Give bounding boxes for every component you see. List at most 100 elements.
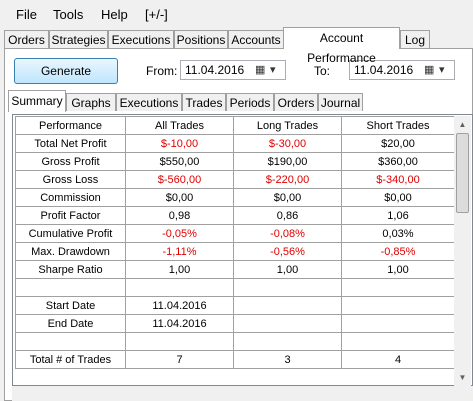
- table-row[interactable]: [15, 278, 455, 297]
- from-date-value: 11.04.2016: [185, 63, 245, 77]
- cell-long-trades: -0,56%: [233, 242, 342, 261]
- tab-positions[interactable]: Positions: [174, 30, 228, 48]
- vertical-scrollbar[interactable]: ▲ ▼: [454, 116, 471, 386]
- cell-short-trades: [341, 278, 455, 297]
- tab-log[interactable]: Log: [400, 30, 430, 48]
- cell-all-trades: [125, 278, 234, 297]
- cell-short-trades: [341, 314, 455, 333]
- cell-short-trades: $-340,00: [341, 170, 455, 189]
- scroll-down-icon[interactable]: ▼: [454, 369, 471, 386]
- horizontal-scrollbar[interactable]: [12, 386, 473, 401]
- tab-executions[interactable]: Executions: [108, 30, 174, 48]
- dropdown-arrow-icon[interactable]: ▾: [439, 64, 451, 76]
- cell-long-trades: $0,00: [233, 188, 342, 207]
- from-date-picker[interactable]: 11.04.2016 ▦ ▾: [180, 60, 286, 80]
- table-row[interactable]: [15, 332, 455, 351]
- subtab-executions[interactable]: Executions: [116, 93, 182, 111]
- cell-all-trades: -1,11%: [125, 242, 234, 261]
- cell-long-trades: $-30,00: [233, 134, 342, 153]
- column-header-short-trades[interactable]: Short Trades: [341, 116, 455, 135]
- table-row[interactable]: Gross Profit $550,00 $190,00 $360,00: [15, 152, 455, 171]
- table-row[interactable]: Total Net Profit $-10,00 $-30,00 $20,00: [15, 134, 455, 153]
- cell-short-trades: $360,00: [341, 152, 455, 171]
- table-row[interactable]: Total # of Trades 7 3 4: [15, 350, 455, 369]
- cell-long-trades: -0,08%: [233, 224, 342, 243]
- row-label: Total Net Profit: [15, 134, 126, 153]
- row-label: Gross Profit: [15, 152, 126, 171]
- row-label: Sharpe Ratio: [15, 260, 126, 279]
- cell-long-trades: [233, 278, 342, 297]
- table-row[interactable]: Commission $0,00 $0,00 $0,00: [15, 188, 455, 207]
- tab-account-performance[interactable]: Account Performance: [283, 27, 400, 65]
- cell-short-trades: 1,00: [341, 260, 455, 279]
- row-label: Gross Loss: [15, 170, 126, 189]
- row-label: [15, 278, 126, 297]
- cell-short-trades: 4: [341, 350, 455, 369]
- cell-short-trades: [341, 332, 455, 351]
- row-label: Start Date: [15, 296, 126, 315]
- cell-short-trades: $20,00: [341, 134, 455, 153]
- table-row[interactable]: Gross Loss $-560,00 $-220,00 $-340,00: [15, 170, 455, 189]
- subtab-periods[interactable]: Periods: [226, 93, 274, 111]
- column-header-long-trades[interactable]: Long Trades: [233, 116, 342, 135]
- cell-all-trades: 0,98: [125, 206, 234, 225]
- performance-table: Performance All Trades Long Trades Short Tr…: [15, 116, 455, 369]
- menu-tools[interactable]: Tools: [53, 7, 83, 22]
- tab-strategies[interactable]: Strategies: [49, 30, 108, 48]
- subtab-journal[interactable]: Journal: [318, 93, 363, 111]
- calendar-icon[interactable]: ▦: [255, 64, 267, 76]
- cell-short-trades: -0,85%: [341, 242, 455, 261]
- table-row[interactable]: Cumulative Profit -0,05% -0,08% 0,03%: [15, 224, 455, 243]
- subtab-trades[interactable]: Trades: [182, 93, 226, 111]
- scroll-up-icon[interactable]: ▲: [454, 116, 471, 133]
- cell-all-trades: [125, 332, 234, 351]
- cell-long-trades: 3: [233, 350, 342, 369]
- cell-long-trades: $190,00: [233, 152, 342, 171]
- cell-short-trades: [341, 296, 455, 315]
- cell-short-trades: 1,06: [341, 206, 455, 225]
- row-label: Total # of Trades: [15, 350, 126, 369]
- cell-short-trades: $0,00: [341, 188, 455, 207]
- cell-all-trades: $550,00: [125, 152, 234, 171]
- generate-button[interactable]: Generate: [14, 58, 118, 84]
- dropdown-arrow-icon[interactable]: ▾: [270, 64, 282, 76]
- cell-all-trades: 1,00: [125, 260, 234, 279]
- cell-all-trades: $-10,00: [125, 134, 234, 153]
- row-label: [15, 332, 126, 351]
- cell-all-trades: $-560,00: [125, 170, 234, 189]
- cell-all-trades: $0,00: [125, 188, 234, 207]
- subtab-orders[interactable]: Orders: [274, 93, 318, 111]
- table-row[interactable]: Max. Drawdown -1,11% -0,56% -0,85%: [15, 242, 455, 261]
- tab-accounts[interactable]: Accounts: [228, 30, 284, 48]
- subtab-graphs[interactable]: Graphs: [66, 93, 116, 111]
- cell-long-trades: 0,86: [233, 206, 342, 225]
- tab-orders[interactable]: Orders: [4, 30, 49, 48]
- row-label: Commission: [15, 188, 126, 207]
- subtab-summary[interactable]: Summary: [8, 90, 66, 112]
- cell-long-trades: [233, 314, 342, 333]
- table-header-row: Performance All Trades Long Trades Short Tr…: [15, 116, 455, 135]
- column-header-all-trades[interactable]: All Trades: [125, 116, 234, 135]
- cell-short-trades: 0,03%: [341, 224, 455, 243]
- table-row[interactable]: End Date 11.04.2016: [15, 314, 455, 333]
- row-label: End Date: [15, 314, 126, 333]
- from-label: From:: [146, 64, 178, 78]
- table-row[interactable]: Sharpe Ratio 1,00 1,00 1,00: [15, 260, 455, 279]
- calendar-icon[interactable]: ▦: [424, 64, 436, 76]
- menu-file[interactable]: File: [16, 7, 37, 22]
- scroll-thumb[interactable]: [456, 133, 469, 213]
- cell-all-trades: 11.04.2016: [125, 296, 234, 315]
- menu-help[interactable]: Help: [101, 7, 128, 22]
- cell-all-trades: -0,05%: [125, 224, 234, 243]
- column-header-performance[interactable]: Performance: [15, 116, 126, 135]
- performance-summary-grid: Performance All Trades Long Trades Short Tr…: [12, 114, 473, 386]
- table-row[interactable]: Profit Factor 0,98 0,86 1,06: [15, 206, 455, 225]
- menu-expand-toggle[interactable]: [+/-]: [145, 7, 168, 22]
- row-label: Profit Factor: [15, 206, 126, 225]
- cell-long-trades: 1,00: [233, 260, 342, 279]
- table-row[interactable]: Start Date 11.04.2016: [15, 296, 455, 315]
- cell-all-trades: 7: [125, 350, 234, 369]
- cell-long-trades: $-220,00: [233, 170, 342, 189]
- menu-bar: File Tools Help [+/-]: [0, 0, 473, 26]
- cell-long-trades: [233, 296, 342, 315]
